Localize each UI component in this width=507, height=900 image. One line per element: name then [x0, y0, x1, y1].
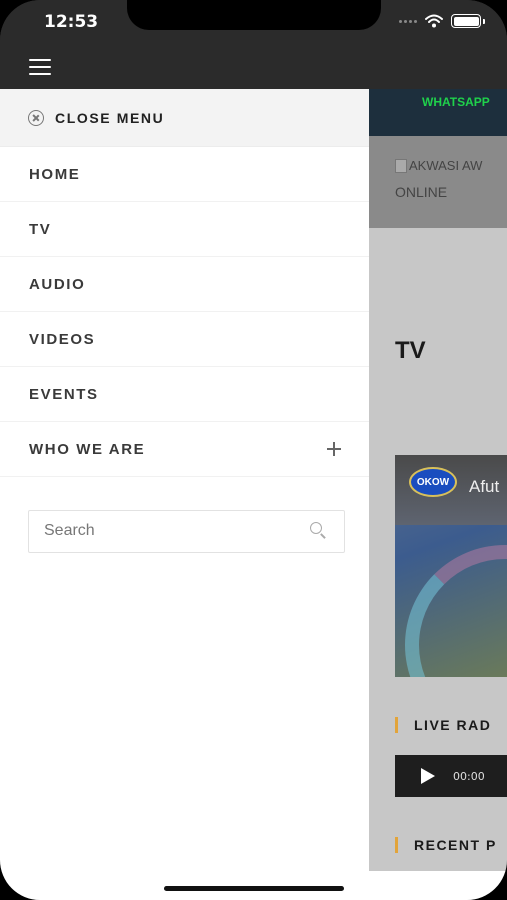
- status-bar: 12:53: [0, 0, 507, 46]
- menu-item-videos[interactable]: VIDEOS: [0, 312, 369, 367]
- live-radio-label: LIVE RAD: [414, 717, 492, 733]
- expand-plus-icon[interactable]: [327, 442, 341, 456]
- menu-item-tv[interactable]: TV: [0, 202, 369, 257]
- recent-heading: RECENT P: [395, 837, 497, 853]
- signal-icon: [399, 19, 417, 23]
- banner-image: AKWASI AW: [395, 158, 482, 173]
- phone-screen: 12:53 WHATSAPP AKWASI AW ONLINE TV OKOW …: [0, 0, 507, 900]
- section-accent-bar: [395, 717, 398, 733]
- live-radio-heading: LIVE RAD: [395, 717, 491, 733]
- menu-item-label: VIDEOS: [29, 330, 96, 348]
- navigation-drawer: CLOSE MENU HOME TV AUDIO VIDEOS EVENTS W…: [0, 89, 369, 871]
- audio-player[interactable]: 00:00: [395, 755, 507, 797]
- audio-time: 00:00: [453, 770, 485, 783]
- menu-item-label: WHO WE ARE: [29, 440, 146, 458]
- home-indicator[interactable]: [164, 886, 344, 891]
- wifi-icon: [425, 14, 443, 28]
- close-icon: [28, 109, 44, 126]
- search-input[interactable]: [29, 511, 299, 551]
- app-header: [0, 46, 507, 89]
- page-content: WHATSAPP AKWASI AW ONLINE TV OKOW Afut L…: [369, 89, 507, 871]
- notch: [127, 0, 381, 30]
- page-title: TV: [395, 337, 426, 364]
- search-box: [28, 510, 345, 553]
- video-artwork: [405, 545, 507, 677]
- video-title: Afut: [469, 477, 500, 496]
- search-icon[interactable]: [310, 522, 322, 534]
- banner-subtext: ONLINE: [395, 184, 448, 200]
- whatsapp-bar[interactable]: WHATSAPP: [369, 89, 507, 136]
- play-icon[interactable]: [421, 768, 435, 784]
- hamburger-icon[interactable]: [29, 59, 51, 75]
- status-time: 12:53: [44, 12, 99, 32]
- channel-logo: OKOW: [409, 467, 457, 497]
- menu-item-audio[interactable]: AUDIO: [0, 257, 369, 312]
- video-thumbnail[interactable]: OKOW Afut: [395, 455, 507, 677]
- section-accent-bar: [395, 837, 398, 853]
- banner-alt-text: AKWASI AW: [409, 158, 483, 173]
- menu-item-label: TV: [29, 220, 52, 238]
- menu-item-who-we-are[interactable]: WHO WE ARE: [0, 422, 369, 477]
- menu-item-events[interactable]: EVENTS: [0, 367, 369, 422]
- status-icons: [399, 14, 485, 28]
- close-menu-label: CLOSE MENU: [55, 109, 165, 126]
- menu-item-home[interactable]: HOME: [0, 147, 369, 202]
- whatsapp-link[interactable]: WHATSAPP: [422, 95, 490, 109]
- menu-item-label: EVENTS: [29, 385, 99, 403]
- banner: AKWASI AW ONLINE: [369, 136, 507, 228]
- menu-item-label: HOME: [29, 165, 81, 183]
- broken-image-icon: [395, 158, 407, 173]
- battery-icon: [451, 14, 485, 28]
- close-menu-button[interactable]: CLOSE MENU: [0, 89, 369, 147]
- menu-item-label: AUDIO: [29, 275, 86, 293]
- recent-label: RECENT P: [414, 837, 497, 853]
- home-indicator-area: [0, 871, 507, 900]
